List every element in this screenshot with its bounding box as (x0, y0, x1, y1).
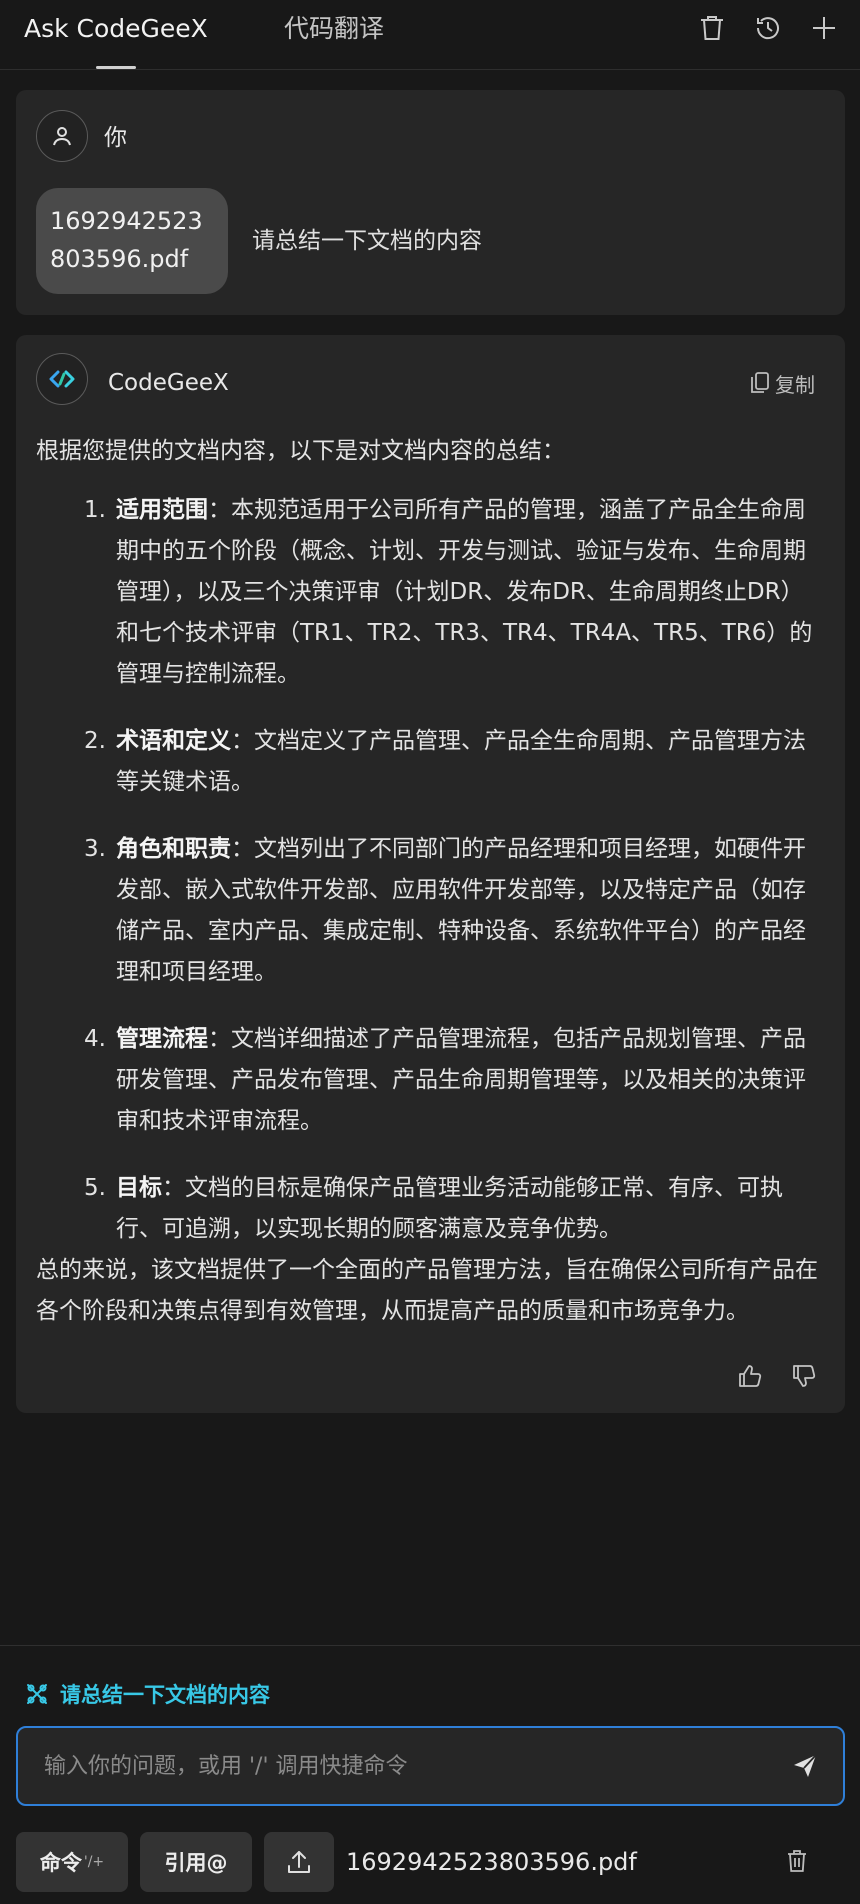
user-name: 你 (104, 125, 127, 151)
list-item-title: 适用范围 (116, 497, 208, 523)
sparkle-icon (27, 1684, 47, 1704)
send-button[interactable] (787, 1748, 823, 1784)
list-item: 4. 管理流程：文档详细描述了产品管理流程，包括产品规划管理、产品研发管理、产品发… (36, 1019, 826, 1142)
bottom-divider (0, 1645, 860, 1646)
list-item: 5. 目标：文档的目标是确保产品管理业务活动能够正常、有序、可执行、可追溯，以实现… (36, 1168, 826, 1250)
copy-button[interactable]: 复制 (751, 365, 815, 401)
suggested-prompt[interactable]: 请总结一下文档的内容 (24, 1676, 270, 1712)
user-icon (53, 127, 71, 146)
list-item-number: 5. (84, 1175, 106, 1201)
suggested-prompt-text: 请总结一下文档的内容 (60, 1683, 270, 1707)
thumbs-up-icon[interactable] (734, 1360, 766, 1392)
tab-code-translate[interactable]: 代码翻译 (284, 10, 384, 48)
list-item-number: 3. (84, 836, 106, 862)
list-item: 3. 角色和职责：文档列出了不同部门的产品经理和项目经理，如硬件开发部、嵌入式软件… (36, 829, 826, 993)
thumbs-down-icon[interactable] (788, 1360, 820, 1392)
attached-file-name: 1692942523803596.pdf (346, 1848, 637, 1876)
command-label: 命令 (39, 1851, 82, 1875)
command-shortcut: '/+ (83, 1854, 105, 1870)
list-item-number: 2. (84, 728, 106, 754)
summary-list: 1. 适用范围：本规范适用于公司所有产品的管理，涵盖了产品全生命周期中的五个阶段（… (36, 490, 826, 1250)
copy-label: 复制 (775, 372, 815, 397)
ai-message-card: CodeGeeX 复制 根据您提供的文档内容，以下是对文档内容的总结： 1. 适用… (16, 335, 845, 1413)
tab-ask-codegeex[interactable]: Ask CodeGeeX (24, 10, 208, 48)
command-button[interactable]: 命令 '/+ (16, 1832, 128, 1892)
user-question-text: 请总结一下文档的内容 (252, 228, 482, 254)
user-message-card: 你 1692942523803596.pdf 请总结一下文档的内容 (16, 90, 845, 315)
list-item: 1. 适用范围：本规范适用于公司所有产品的管理，涵盖了产品全生命周期中的五个阶段（… (36, 490, 826, 695)
list-item-text: ：本规范适用于公司所有产品的管理，涵盖了产品全生命周期中的五个阶段（概念、计划、… (116, 497, 813, 687)
list-item-title: 目标 (116, 1175, 162, 1201)
question-input-box (16, 1726, 845, 1806)
list-item: 2. 术语和定义：文档定义了产品管理、产品全生命周期、产品管理方法等关键术语。 (36, 721, 826, 803)
codegeex-avatar (36, 353, 88, 405)
list-item-number: 4. (84, 1026, 106, 1052)
plus-icon[interactable] (808, 12, 840, 44)
question-input[interactable] (42, 1728, 742, 1804)
ai-author-name: CodeGeeX (108, 370, 229, 396)
list-item-number: 1. (84, 497, 106, 523)
upload-icon (288, 1851, 310, 1873)
response-summary: 总的来说，该文档提供了一个全面的产品管理方法，旨在确保公司所有产品在各个阶段和决… (36, 1257, 818, 1324)
upload-button[interactable] (264, 1832, 334, 1892)
trash-icon[interactable] (696, 12, 728, 44)
history-icon[interactable] (752, 12, 784, 44)
send-icon (794, 1754, 817, 1777)
list-item-title: 角色和职责 (116, 836, 231, 862)
list-item-text: ：文档详细描述了产品管理流程，包括产品规划管理、产品研发管理、产品发布管理、产品… (116, 1026, 806, 1134)
response-intro: 根据您提供的文档内容，以下是对文档内容的总结： (36, 438, 565, 464)
user-avatar (36, 110, 88, 162)
list-item-text: ：文档的目标是确保产品管理业务活动能够正常、有序、可执行、可追溯，以实现长期的顾… (116, 1175, 783, 1242)
remove-file-icon[interactable] (780, 1844, 814, 1878)
list-item-title: 管理流程 (116, 1026, 208, 1052)
reference-label: 引用@ (164, 1851, 228, 1875)
attached-file-chip[interactable]: 1692942523803596.pdf (36, 188, 228, 294)
ai-response-body: 根据您提供的文档内容，以下是对文档内容的总结： 1. 适用范围：本规范适用于公司所… (36, 431, 826, 1332)
reference-button[interactable]: 引用@ (140, 1832, 252, 1892)
active-tab-indicator (96, 66, 136, 69)
codegeex-logo-icon (49, 370, 75, 388)
copy-icon (751, 372, 769, 393)
top-header: Ask CodeGeeX 代码翻译 (0, 0, 860, 70)
list-item-title: 术语和定义 (116, 728, 231, 754)
